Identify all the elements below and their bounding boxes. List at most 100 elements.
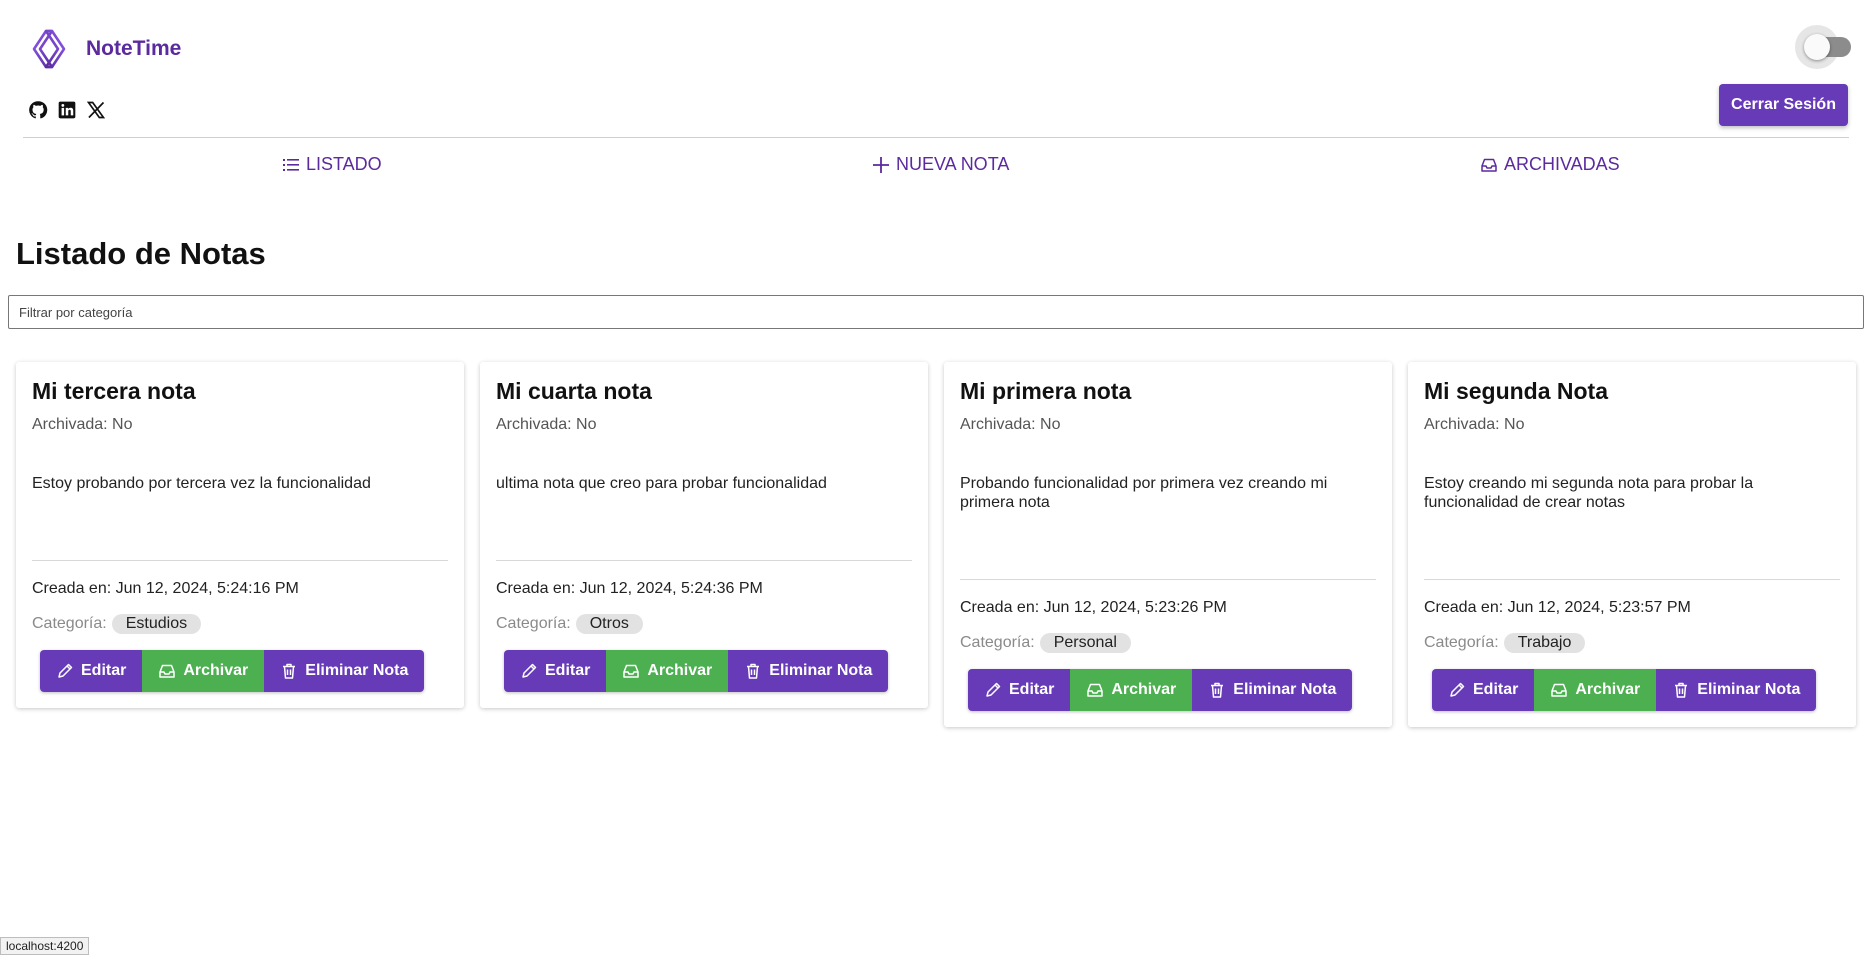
note-archived-status: Archivada: No (960, 416, 1061, 433)
edit-label: Editar (1473, 681, 1519, 698)
inbox-icon (623, 664, 640, 678)
note-title: Mi tercera nota (32, 378, 196, 404)
archive-button[interactable]: Archivar (1070, 669, 1193, 711)
note-actions: Editar Archivar Eliminar Nota (1432, 669, 1817, 711)
trash-icon (1675, 682, 1688, 698)
note-category: Categoría: Otros (496, 614, 643, 634)
inbox-icon (1087, 683, 1104, 697)
note-card: Mi primera nota Archivada: No Probando f… (944, 362, 1392, 727)
note-created-at: Creada en: Jun 12, 2024, 5:24:16 PM (32, 580, 299, 597)
nav-new-note[interactable]: NUEVA NOTA (872, 154, 1009, 175)
note-title: Mi cuarta nota (496, 378, 652, 404)
note-actions: Editar Archivar Eliminar Nota (968, 669, 1353, 711)
edit-button[interactable]: Editar (1432, 669, 1535, 711)
archive-label: Archivar (1111, 681, 1177, 698)
archive-label: Archivar (183, 662, 249, 679)
note-category: Categoría: Estudios (32, 614, 202, 634)
header-divider (23, 137, 1849, 138)
edit-label: Editar (1009, 681, 1055, 698)
nav-list-label: LISTADO (306, 154, 382, 174)
card-divider (960, 579, 1376, 580)
delete-label: Eliminar Nota (1697, 681, 1801, 698)
delete-label: Eliminar Nota (1233, 681, 1337, 698)
nav-archived-label: ARCHIVADAS (1504, 154, 1620, 174)
note-created-at: Creada en: Jun 12, 2024, 5:24:36 PM (496, 580, 763, 597)
status-bar-url: localhost:4200 (0, 937, 90, 955)
app-name: NoteTime (86, 37, 182, 60)
nav-list[interactable]: LISTADO (282, 154, 382, 175)
nav-new-note-label: NUEVA NOTA (896, 154, 1010, 174)
edit-label: Editar (545, 662, 591, 679)
plus-icon (873, 156, 889, 173)
category-label: Categoría: (32, 615, 107, 632)
note-archived-status: Archivada: No (32, 416, 133, 433)
notetime-logo-icon (32, 29, 66, 69)
delete-button[interactable]: Eliminar Nota (264, 650, 425, 692)
inbox-icon (1481, 158, 1497, 172)
logout-button[interactable]: Cerrar Sesión (1719, 84, 1848, 126)
social-links (28, 100, 106, 120)
category-filter-input[interactable] (8, 295, 1864, 329)
delete-button[interactable]: Eliminar Nota (728, 650, 889, 692)
toggle-knob (1804, 34, 1830, 60)
trash-icon (1211, 682, 1224, 698)
pencil-icon (986, 682, 1001, 697)
github-icon[interactable] (28, 100, 48, 120)
note-archived-status: Archivada: No (1424, 416, 1525, 433)
list-icon (283, 158, 299, 171)
pencil-icon (522, 663, 537, 678)
note-category: Categoría: Trabajo (1424, 633, 1586, 653)
main-nav: LISTADO NUEVA NOTA ARCHIVADAS (0, 154, 1870, 182)
archive-label: Archivar (1575, 681, 1641, 698)
delete-label: Eliminar Nota (769, 662, 873, 679)
trash-icon (747, 663, 760, 679)
note-title: Mi primera nota (960, 378, 1132, 404)
archive-button[interactable]: Archivar (142, 650, 265, 692)
note-content: Estoy creando mi segunda nota para proba… (1424, 475, 1754, 511)
edit-button[interactable]: Editar (504, 650, 607, 692)
category-chip: Otros (575, 614, 643, 634)
brand[interactable]: NoteTime (30, 28, 181, 70)
note-created-at: Creada en: Jun 12, 2024, 5:23:57 PM (1424, 599, 1691, 616)
note-content: ultima nota que creo para probar funcion… (496, 475, 827, 492)
note-title: Mi segunda Nota (1424, 378, 1609, 404)
edit-label: Editar (81, 662, 127, 679)
delete-button[interactable]: Eliminar Nota (1656, 669, 1817, 711)
pencil-icon (58, 663, 73, 678)
category-chip: Personal (1039, 633, 1131, 653)
note-actions: Editar Archivar Eliminar Nota (504, 650, 889, 692)
edit-button[interactable]: Editar (40, 650, 143, 692)
nav-archived[interactable]: ARCHIVADAS (1480, 154, 1620, 175)
category-label: Categoría: (496, 615, 571, 632)
note-card: Mi cuarta nota Archivada: No ultima nota… (480, 362, 928, 708)
page-title: Listado de Notas (16, 236, 266, 271)
card-divider (1424, 579, 1840, 580)
category-chip: Trabajo (1503, 633, 1586, 653)
note-card: Mi tercera nota Archivada: No Estoy prob… (16, 362, 464, 708)
note-created-at: Creada en: Jun 12, 2024, 5:23:26 PM (960, 599, 1227, 616)
delete-label: Eliminar Nota (305, 662, 409, 679)
note-archived-status: Archivada: No (496, 416, 597, 433)
inbox-icon (159, 664, 176, 678)
note-card: Mi segunda Nota Archivada: No Estoy crea… (1408, 362, 1856, 727)
note-category: Categoría: Personal (960, 633, 1131, 653)
category-label: Categoría: (1424, 634, 1499, 651)
card-divider (32, 560, 448, 561)
app-header: NoteTime Cerrar Sesión (0, 0, 1870, 140)
category-chip: Estudios (111, 614, 202, 634)
delete-button[interactable]: Eliminar Nota (1192, 669, 1353, 711)
trash-icon (283, 663, 296, 679)
pencil-icon (1450, 682, 1465, 697)
inbox-icon (1551, 683, 1568, 697)
note-content: Estoy probando por tercera vez la funcio… (32, 475, 371, 492)
card-divider (496, 560, 912, 561)
x-icon[interactable] (86, 100, 106, 120)
theme-toggle[interactable] (1795, 25, 1851, 69)
edit-button[interactable]: Editar (968, 669, 1071, 711)
note-content: Probando funcionalidad por primera vez c… (960, 475, 1328, 511)
archive-button[interactable]: Archivar (606, 650, 729, 692)
note-actions: Editar Archivar Eliminar Nota (40, 650, 425, 692)
archive-label: Archivar (647, 662, 713, 679)
linkedin-icon[interactable] (57, 100, 77, 120)
archive-button[interactable]: Archivar (1534, 669, 1657, 711)
